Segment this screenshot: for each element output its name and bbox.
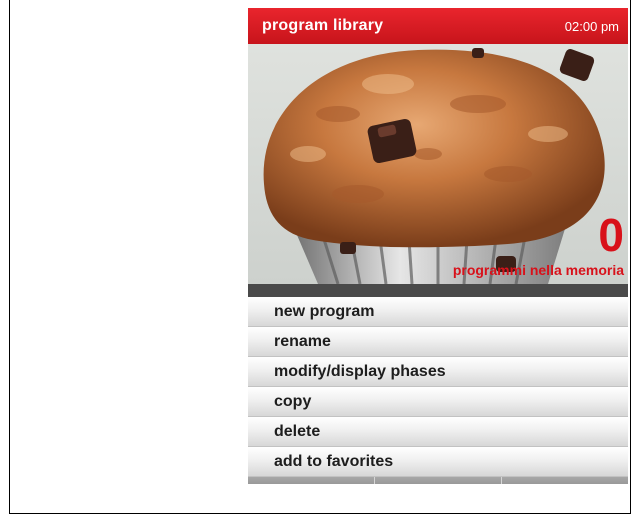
divider-bar [248,284,628,297]
soft-key-middle[interactable] [375,477,502,484]
muffin-photo: 0 programmi nella memoria [248,44,628,284]
title-bar: program library 02:00 pm [248,8,628,44]
program-menu: new program rename modify/display phases… [248,297,628,477]
menu-item-new-program[interactable]: new program [248,297,628,327]
page-title: program library [262,17,384,34]
menu-item-delete[interactable]: delete [248,417,628,447]
clock: 02:00 pm [564,18,619,34]
soft-key-left[interactable] [248,477,375,484]
program-count: 0 [598,209,624,261]
menu-item-rename[interactable]: rename [248,327,628,357]
menu-item-copy[interactable]: copy [248,387,628,417]
menu-item-modify-display-phases[interactable]: modify/display phases [248,357,628,387]
display-screen: program library 02:00 pm 0 programmi nel… [248,8,628,484]
program-count-label: programmi nella memoria [452,262,624,278]
menu-item-add-to-favorites[interactable]: add to favorites [248,447,628,477]
soft-key-bar [248,477,628,484]
muffin-image [248,44,628,284]
soft-key-right[interactable] [502,477,628,484]
